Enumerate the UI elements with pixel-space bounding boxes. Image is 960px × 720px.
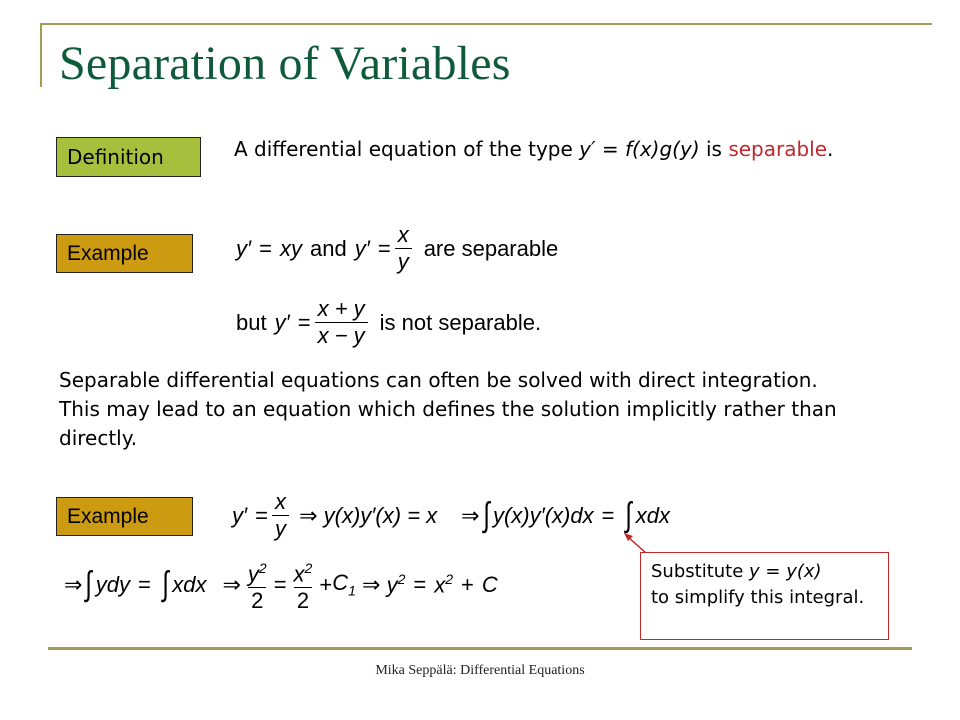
definition-tag-label: Definition	[67, 145, 164, 169]
separable-highlight: separable	[728, 137, 828, 161]
eq1-lhs: y′	[236, 235, 252, 261]
equals-sign: =	[297, 309, 311, 335]
equals-sign: =	[601, 502, 615, 528]
definition-tag: Definition	[56, 137, 201, 177]
equals-sign: =	[273, 571, 287, 597]
integral-sign-icon: ∫	[85, 565, 93, 604]
example1-line2: but y′ = x + y x − y is not separable.	[236, 296, 541, 349]
explanation-paragraph: Separable differential equations can oft…	[59, 368, 837, 450]
slide-title: Separation of Variables	[59, 37, 511, 90]
fraction-denominator: 2	[248, 587, 267, 614]
ex2-lhs: y′	[232, 502, 248, 528]
ex2-step2-right: xdx	[635, 502, 671, 528]
equals-sign: =	[377, 235, 391, 261]
final-constant: C	[481, 571, 498, 597]
fraction-numerator: x + y	[317, 296, 365, 321]
eq2-fraction: x y	[394, 222, 412, 275]
example-tag-2-label: Example	[67, 504, 149, 528]
fraction-numerator: x	[397, 222, 409, 247]
fraction-numerator: y2	[247, 560, 267, 587]
eq2-lhs: y′	[354, 235, 370, 261]
definition-text-end: .	[827, 137, 834, 161]
equals-sign: =	[255, 502, 268, 528]
footer-divider	[48, 647, 912, 650]
fraction-numerator: x	[274, 489, 286, 514]
example2-line1: y′ = x y ⇒ y(x)y′(x) = x ⇒ ∫ y(x)y′(x)dx…	[232, 489, 670, 542]
equals-sign: =	[259, 235, 272, 261]
fraction-numerator: x2	[293, 560, 313, 587]
separable-statement: are separable	[423, 235, 559, 261]
implies-arrow-icon: ⇒	[64, 571, 83, 597]
equals-sign: =	[413, 571, 427, 597]
not-separable-statement: is not separable.	[379, 309, 542, 335]
plus-sign: +	[461, 571, 474, 597]
final-lhs: y2	[386, 571, 406, 598]
but-word: but	[236, 309, 267, 335]
implies-arrow-icon: ⇒	[292, 502, 324, 528]
final-rhs: x2	[434, 571, 454, 598]
plus-sign: +	[319, 571, 333, 597]
fraction-denominator: 2	[293, 587, 313, 614]
integral-sign-icon: ∫	[483, 496, 490, 534]
definition-formula: y′ = f(x)g(y)	[579, 137, 700, 161]
fraction-denominator: x − y	[314, 322, 368, 349]
frac-x-squared: x2 2	[291, 555, 316, 614]
implies-arrow-icon: ⇒	[222, 571, 241, 597]
example2-line2: ⇒ ∫ ydy = ∫ xdx ⇒ y2 2 = x2 2 + C1 ⇒ y2 …	[64, 555, 498, 614]
eq3-lhs: y′	[274, 309, 290, 335]
example-tag-1: Example	[56, 234, 193, 273]
equals-sign: =	[138, 571, 151, 597]
integral-sign-icon: ∫	[162, 565, 169, 604]
top-border-line	[40, 23, 932, 25]
definition-text-mid: is	[699, 137, 729, 161]
substitution-note: Substitute y = y(x) to simplify this int…	[640, 552, 889, 640]
connector-and: and	[309, 235, 347, 261]
example-tag-1-label: Example	[67, 241, 149, 265]
ex2-step2-left: y(x)y′(x)dx	[492, 502, 594, 528]
implies-arrow-icon: ⇒	[355, 571, 387, 597]
definition-text: A differential equation of the type y′ =…	[234, 135, 854, 164]
constant-c1: C1	[332, 570, 356, 599]
eq3-fraction: x + y x − y	[314, 296, 368, 349]
definition-text-start: A differential equation of the type	[234, 137, 580, 161]
example1-line1: y′ = xy and y′ = x y are separable	[236, 222, 558, 275]
eq1-rhs: xy	[279, 235, 302, 261]
note-text-rest: to simplify this integral.	[651, 587, 865, 608]
integral-left: ydy	[95, 571, 131, 597]
left-border-line	[40, 23, 42, 87]
implies-arrow-icon: ⇒	[461, 502, 480, 528]
note-text-start: Substitute	[651, 561, 750, 582]
footer-text: Mika Seppälä: Differential Equations	[375, 663, 585, 678]
note-formula: y = y(x)	[749, 561, 822, 582]
frac-y-squared: y2 2	[245, 555, 270, 614]
integral-right: xdx	[172, 571, 207, 597]
ex2-step1: y(x)y′(x) = x	[323, 502, 438, 528]
fraction-denominator: y	[271, 515, 289, 542]
ex2-fraction: x y	[271, 489, 289, 542]
example-tag-2: Example	[56, 497, 193, 536]
fraction-denominator: y	[394, 248, 412, 275]
